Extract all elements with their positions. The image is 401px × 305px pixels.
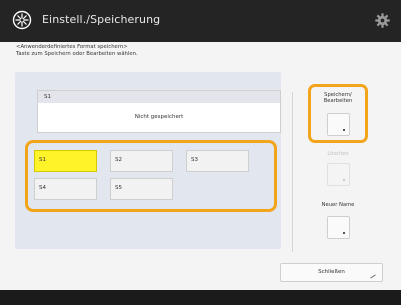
selected-slot-label: S1	[38, 91, 280, 103]
store-edit-button[interactable]	[327, 113, 350, 136]
slot-button-s4[interactable]: S4	[34, 178, 97, 200]
close-button[interactable]: Schließen	[280, 263, 383, 282]
slot-button-s1[interactable]: S1	[34, 150, 97, 172]
gear-icon[interactable]	[374, 12, 391, 29]
format-slot-area: S1 Nicht gespeichert S1 S2 S3 S4 S5	[15, 72, 281, 249]
rename-label: Neuer Name	[321, 202, 355, 208]
slot-button-s2[interactable]: S2	[110, 150, 173, 172]
selected-slot-info: S1 Nicht gespeichert	[37, 90, 281, 133]
vertical-divider	[292, 92, 293, 252]
delete-label: Löschen	[327, 151, 349, 157]
main-panel: <Anwenderdefiniertes Format speichern> T…	[0, 42, 401, 290]
slot-button-s5[interactable]: S5	[110, 178, 173, 200]
slot-group-highlight: S1 S2 S3 S4 S5	[25, 140, 277, 212]
instruction-line-1: <Anwenderdefiniertes Format speichern>	[16, 44, 128, 50]
selected-slot-status: Nicht gespeichert	[134, 114, 184, 120]
title-bar: Einstell./Speicherung	[0, 0, 401, 42]
store-edit-label: Speichern/ Bearbeiten	[308, 92, 368, 104]
page-title: Einstell./Speicherung	[42, 13, 161, 26]
rename-button[interactable]	[327, 216, 350, 239]
slot-button-s3[interactable]: S3	[186, 150, 249, 172]
store-edit-label-line-2: Bearbeiten	[323, 98, 353, 104]
instruction-line-2: Taste zum Speichern oder Bearbeiten wähl…	[16, 51, 138, 57]
bottom-status-bar	[0, 290, 401, 305]
delete-button[interactable]	[327, 163, 350, 186]
instruction-text: <Anwenderdefiniertes Format speichern> T…	[16, 44, 138, 58]
settings-register-icon	[12, 10, 32, 30]
